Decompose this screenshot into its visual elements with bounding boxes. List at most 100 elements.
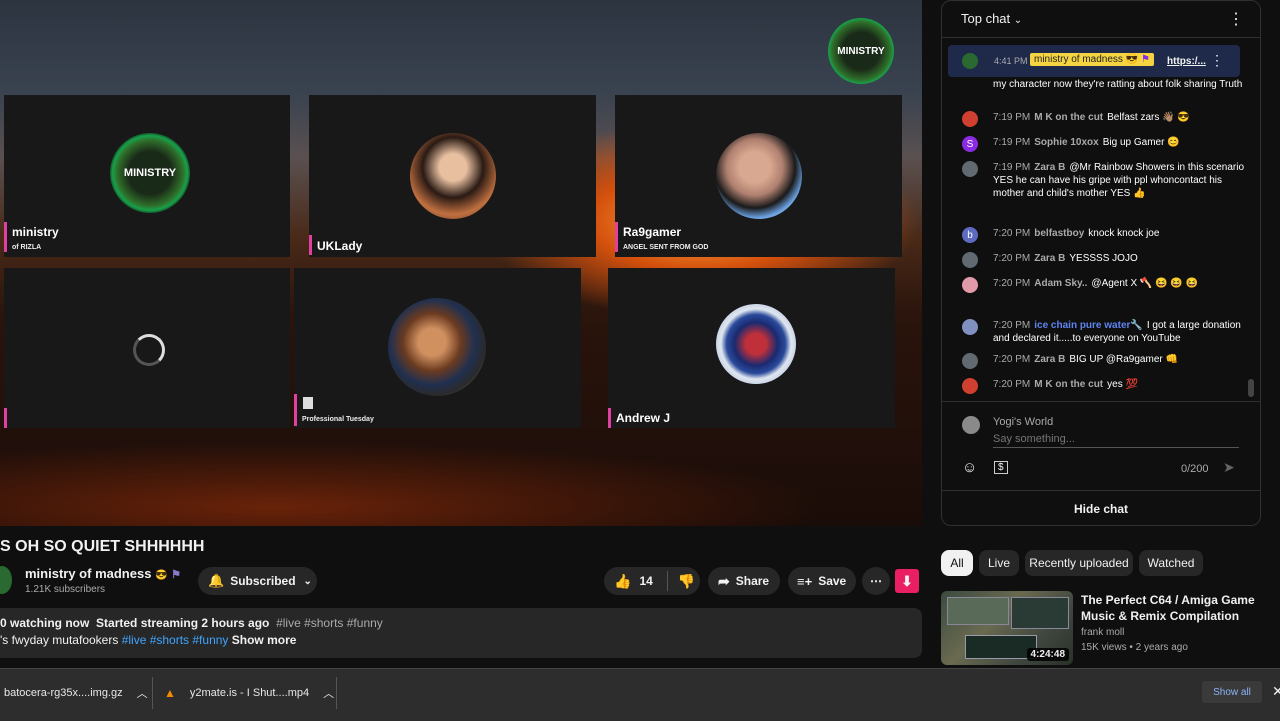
flag-icon: ⚑ [171,569,182,581]
chat-message-input[interactable] [993,431,1239,448]
channel-avatar[interactable] [0,566,12,594]
subscribed-button[interactable]: 🔔 Subscribed ⌄ [198,567,317,595]
avatar[interactable] [962,378,978,394]
hide-chat-button[interactable]: Hide chat [942,490,1260,525]
chip-all[interactable]: All [941,550,973,576]
more-vertical-icon[interactable]: ⋮ [1228,9,1244,29]
channel-name[interactable]: ministry of madness 😎 ⚑ [25,566,181,581]
message-author[interactable]: belfastboy [1034,228,1084,239]
save-label: Save [818,574,847,588]
avatar[interactable] [962,161,978,177]
download-bar: batocera-rg35x....img.gz ︿ ▲ y2mate.is -… [0,668,1280,721]
message-text: Big up Gamer 😊 [1102,137,1180,148]
save-button[interactable]: ≡+ Save [788,567,856,595]
recommended-title[interactable]: The Perfect C64 / Amiga Game Music & Rem… [1081,592,1261,624]
chat-username: Yogi's World [993,416,1054,428]
share-label: Share [735,574,770,588]
chat-message: 7:20 PM Zara B BIG UP @Ra9gamer 👊 [962,353,1252,369]
download-item[interactable]: ▲ y2mate.is - I Shut....mp4 ︿ [164,669,334,717]
download-filename: y2mate.is - I Shut....mp4 [189,687,310,699]
avatar [716,304,796,384]
like-button[interactable]: 👍 [614,573,631,590]
hashtag-links[interactable]: #live #shorts #funny [122,633,229,647]
owner-badge-name: ministry of madness 😎 ⚑ [1030,53,1154,66]
message-body: 7:19 PM M K on the cut Belfast zars 👋🏽 😎 [993,111,1252,124]
super-chat-icon[interactable]: $ [994,461,1008,474]
message-body: 7:20 PM belfastboy knock knock joe [993,227,1252,240]
emoji-icon[interactable]: ☺ [962,459,977,476]
description-text: 's fwyday mutafookers #live #shorts #fun… [0,633,296,647]
sunglasses-emoji-icon: 😎 [155,570,168,581]
chat-mode-label: Top chat [961,11,1011,26]
avatar[interactable] [962,353,978,369]
speaker-bar [294,394,297,426]
channel-name-text[interactable]: ministry of madness [25,566,151,581]
message-author[interactable]: Zara B [1034,253,1065,264]
thumbnail-art [947,597,1009,625]
chip-watched[interactable]: Watched [1139,550,1203,576]
video-player[interactable]: MINISTRY MINISTRY ministry of RIZLA UKLa… [0,0,922,526]
avatar [410,133,496,219]
avatar[interactable] [962,111,978,127]
message-text: yes 💯 [1107,379,1138,390]
share-icon: ➦ [718,572,730,589]
chat-mode-dropdown[interactable]: Top chat ⌄ [961,11,1022,26]
subscribed-label: Subscribed [230,574,296,588]
message-body: 7:20 PM Zara B YESSSS JOJO [993,252,1252,265]
avatar[interactable] [962,252,978,268]
participant-subtitle: Professional Tuesday [302,416,374,423]
download-item[interactable]: batocera-rg35x....img.gz ︿ [4,669,148,717]
message-author[interactable]: ice chain pure water🔧 [1034,320,1143,331]
participant-subtitle: ANGEL SENT FROM GOD [623,244,709,251]
chat-scrollbar[interactable] [1248,379,1254,397]
message-author[interactable]: M K on the cut [1034,379,1103,390]
chevron-down-icon: ⌄ [1013,15,1023,26]
avatar[interactable]: S [962,136,978,152]
message-body: 7:19 PM Zara B @Mr Rainbow Showers in this… [993,161,1252,200]
message-time: 7:20 PM [993,253,1031,264]
message-text: Belfast zars 👋🏽 😎 [1107,112,1190,123]
chip-live[interactable]: Live [979,550,1019,576]
participant-subtitle: of RIZLA [12,244,42,251]
message-author[interactable]: M K on the cut [1034,112,1103,123]
avatar[interactable] [962,277,978,293]
message-author[interactable]: Sophie 10xox [1034,137,1098,148]
divider [152,677,153,709]
chip-label: Watched [1147,556,1195,570]
user-avatar [962,416,980,434]
stream-start: Started streaming 2 hours ago [96,616,270,630]
avatar[interactable]: b [962,227,978,243]
dislike-button[interactable]: 👎 [678,573,695,590]
show-more-link[interactable]: Show more [232,633,297,647]
message-time: 7:20 PM [993,228,1031,239]
show-all-label: Show all [1213,686,1251,698]
pinned-message[interactable]: 4:41 PM ministry of madness 😎 ⚑ https:/.… [948,45,1240,77]
chip-recently-uploaded[interactable]: Recently uploaded [1025,550,1133,576]
pinned-link[interactable]: https:/... [1167,56,1206,67]
more-vertical-icon[interactable]: ⋮ [1210,52,1224,69]
description-box[interactable]: 0 watching now Started streaming 2 hours… [0,608,922,658]
download-extension-button[interactable]: ⬇ [895,569,919,593]
vlc-cone-icon: ▲ [164,686,176,700]
avatar[interactable] [962,319,978,335]
description-meta: 0 watching now Started streaming 2 hours… [0,616,383,630]
more-actions-button[interactable]: ⋯ [862,567,890,595]
recommended-channel[interactable]: frank moll [1081,627,1124,638]
share-button[interactable]: ➦ Share [708,567,780,595]
chevron-up-icon[interactable]: ︿ [323,685,334,701]
description-tags[interactable]: #live #shorts #funny [276,616,383,630]
send-icon[interactable]: ➤ [1223,459,1235,476]
message-author[interactable]: Adam Sky.. [1034,278,1087,289]
participant-name: ministry [12,225,59,239]
flag-icon: ⚑ [1140,54,1150,65]
message-author[interactable]: Zara B [1034,162,1065,173]
recommended-thumbnail[interactable]: 4:24:48 [941,591,1073,665]
chat-message: 7:20 PM M K on the cut yes 💯 [962,378,1252,394]
divider [666,571,668,591]
show-all-button[interactable]: Show all [1202,681,1262,703]
chat-message: my character now they're ratting about f… [962,78,1252,91]
participant-tile: MINISTRY ministry of RIZLA [4,95,290,257]
chevron-up-icon[interactable]: ︿ [137,685,148,701]
message-author[interactable]: Zara B [1034,354,1065,365]
close-icon[interactable]: ✕ [1272,683,1280,700]
